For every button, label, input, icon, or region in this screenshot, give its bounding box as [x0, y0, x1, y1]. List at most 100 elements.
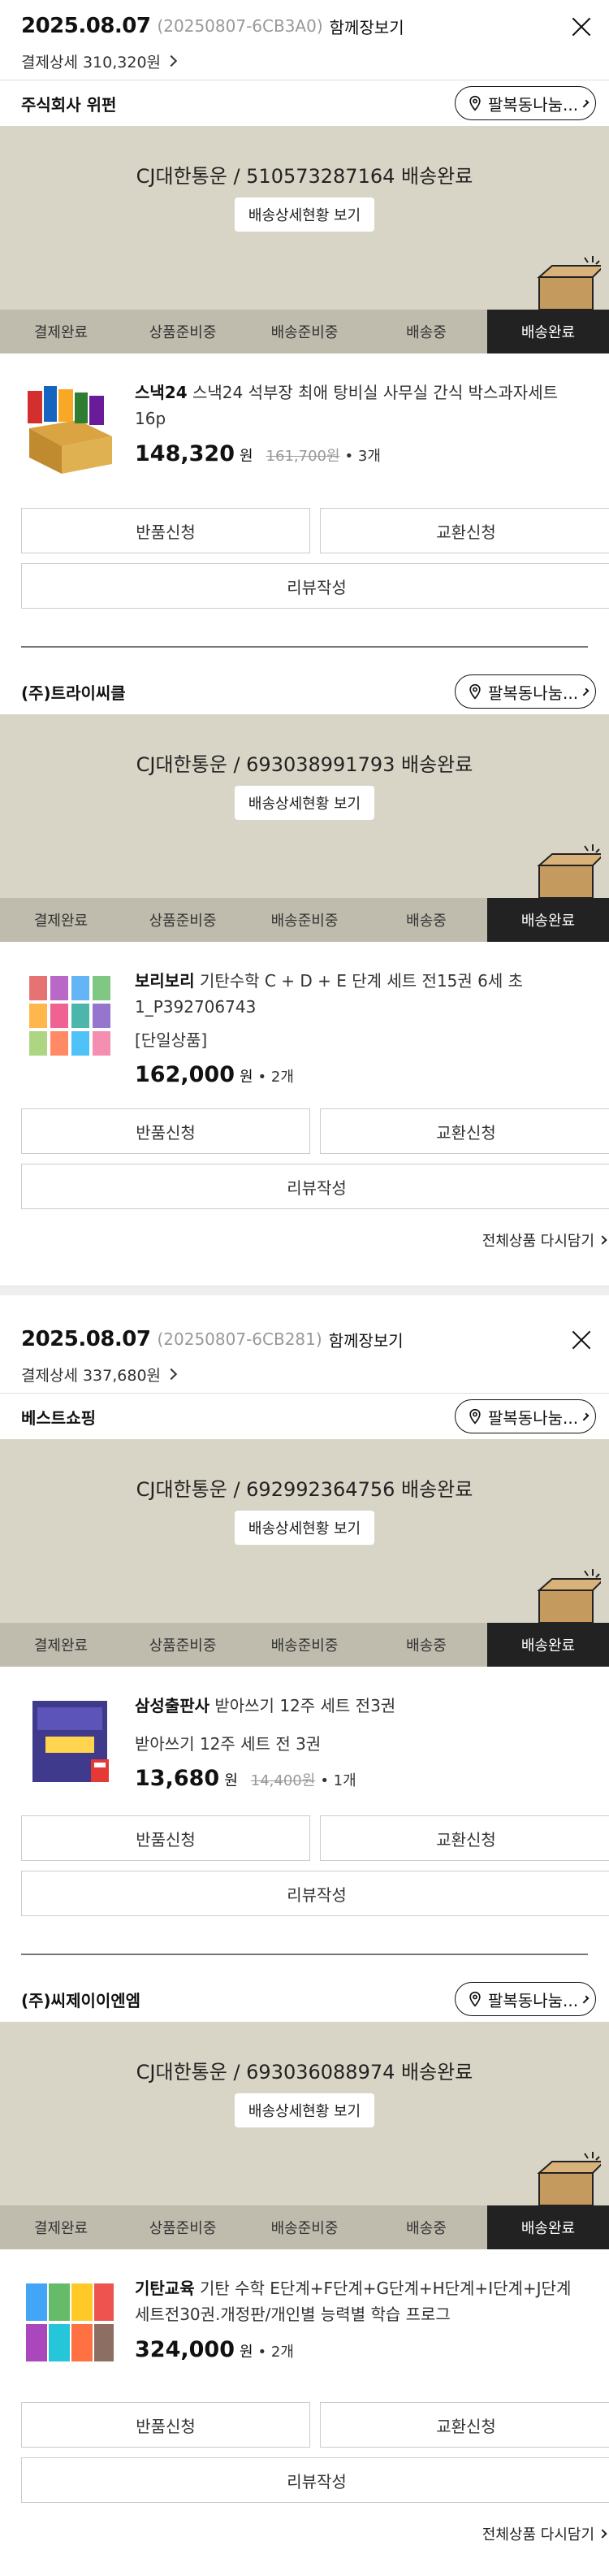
shipping-detail-button[interactable]: 배송상세현황 보기 [235, 2093, 374, 2127]
write-review-button[interactable]: 리뷰작성 [21, 1164, 609, 1209]
currency-unit: 원 [239, 448, 253, 465]
step-preparing-product: 상품준비중 [149, 1637, 217, 1654]
tracking-info: CJ대한통운 / 510573287164 배송완료 [136, 165, 473, 188]
return-button[interactable]: 반품신청 [21, 508, 310, 553]
order-card: 2025.08.07 (20250807-6CB281) 함께장보기 결제상세 … [0, 1313, 609, 2558]
order-card: 2025.08.07 (20250807-6CB3A0) 함께장보기 결제상세 … [0, 0, 609, 1295]
pickup-location-button[interactable]: 팔복동나눔... [455, 674, 596, 709]
order-item[interactable]: 삼성출판사 받아쓰기 12주 세트 전3권 받아쓰기 12주 세트 전 3권 1… [0, 1667, 609, 1791]
step-paid: 결제완료 [33, 324, 89, 341]
quantity: • 2개 [257, 2344, 294, 2361]
step-preparing-product: 상품준비중 [149, 2220, 217, 2237]
delivery-box-icon [537, 256, 601, 310]
write-review-button[interactable]: 리뷰작성 [21, 2457, 609, 2503]
price-row: 162,000 원 • 2개 [135, 1062, 588, 1087]
step-paid: 결제완료 [33, 1637, 89, 1654]
delivery-steps: 결제완료 상품준비중 배송준비중 배송중 배송완료 [0, 898, 609, 942]
chevron-right-icon [581, 99, 590, 107]
pay-detail-link[interactable]: 결제상세 310,320원 [0, 52, 609, 72]
seller-row: 베스트쇼핑 팔복동나눔... [0, 1394, 609, 1439]
return-button[interactable]: 반품신청 [21, 1108, 310, 1154]
product-name: 스낵24 스낵24 석부장 최애 탕비실 사무실 간식 박스과자세트 16p [135, 379, 588, 432]
tracking-info: CJ대한통운 / 693038991793 배송완료 [136, 753, 473, 776]
reorder-all-link[interactable]: 전체상품 다시담기 [0, 2509, 609, 2558]
math-workbook-set-image [21, 2275, 117, 2371]
step-preparing-shipping: 배송준비중 [270, 2220, 339, 2237]
shipping-detail-button[interactable]: 배송상세현황 보기 [235, 197, 374, 232]
step-in-transit: 배송중 [406, 1637, 447, 1654]
pickup-location-button[interactable]: 팔복동나눔... [455, 1982, 596, 2016]
order-header: 2025.08.07 (20250807-6CB281) 함께장보기 [0, 1313, 609, 1365]
price-row: 148,320 원 161,700원 • 3개 [135, 441, 588, 466]
delivery-steps: 결제완료 상품준비중 배송준비중 배송중 배송완료 [0, 310, 609, 353]
exchange-button[interactable]: 교환신청 [320, 2402, 609, 2448]
currency-unit: 원 [239, 2344, 253, 2361]
pickup-location-button[interactable]: 팔복동나눔... [455, 86, 596, 120]
join-shopping-label: 함께장보기 [328, 1330, 404, 1351]
exchange-button[interactable]: 교환신청 [320, 508, 609, 553]
order-number: (20250807-6CB281) [157, 1329, 322, 1349]
step-delivered: 배송완료 [487, 310, 609, 353]
write-review-button[interactable]: 리뷰작성 [21, 563, 609, 609]
order-item[interactable]: 보리보리 기탄수학 C + D + E 단계 세트 전15권 6세 초1_P39… [0, 942, 609, 1087]
product-name: 기탄교육 기탄 수학 E단계+F단계+G단계+H단계+I단계+J단계 세트전30… [135, 2275, 588, 2327]
product-thumbnail[interactable] [21, 2275, 117, 2371]
product-thumbnail[interactable] [21, 1693, 117, 1789]
chevron-right-icon [581, 1995, 590, 2003]
brand-name: 기탄교육 [135, 2279, 195, 2298]
location-pin-icon [469, 1991, 481, 2007]
product-title: 받아쓰기 12주 세트 전3권 [214, 1696, 396, 1715]
shipping-status-panel: CJ대한통운 / 692992364756 배송완료 배송상세현황 보기 결제완… [0, 1439, 609, 1667]
product-title: 스낵24 석부장 최애 탕비실 사무실 간식 박스과자세트 16p [135, 383, 558, 428]
delivery-box-icon [537, 2152, 601, 2206]
price: 324,000 [135, 2337, 235, 2362]
reorder-all-label: 전체상품 다시담기 [482, 2526, 594, 2543]
product-thumbnail[interactable] [21, 379, 117, 475]
return-button[interactable]: 반품신청 [21, 2402, 310, 2448]
seller-row: (주)트라이씨클 팔복동나눔... [0, 669, 609, 714]
seller-name: 베스트쇼핑 [21, 1407, 96, 1428]
step-preparing-product: 상품준비중 [149, 913, 217, 930]
pickup-location-label: 팔복동나눔... [488, 94, 579, 115]
pickup-location-label: 팔복동나눔... [488, 1990, 579, 2010]
shipping-status-panel: CJ대한통운 / 693036088974 배송완료 배송상세현황 보기 결제완… [0, 2022, 609, 2249]
write-review-button[interactable]: 리뷰작성 [21, 1871, 609, 1916]
delivery-box-icon [537, 1569, 601, 1624]
exchange-button[interactable]: 교환신청 [320, 1815, 609, 1861]
shipping-detail-button[interactable]: 배송상세현황 보기 [235, 1511, 374, 1545]
exchange-button[interactable]: 교환신청 [320, 1108, 609, 1154]
dictation-book-image [21, 1693, 117, 1789]
step-preparing-shipping: 배송준비중 [270, 324, 339, 341]
price: 162,000 [135, 1062, 235, 1087]
currency-unit: 원 [224, 1772, 238, 1789]
location-pin-icon [469, 1408, 481, 1425]
return-button[interactable]: 반품신청 [21, 1815, 310, 1861]
shipping-detail-button[interactable]: 배송상세현황 보기 [235, 786, 374, 820]
order-date: 2025.08.07 [21, 14, 151, 38]
pay-detail-link[interactable]: 결제상세 337,680원 [0, 1365, 609, 1385]
reorder-all-label: 전체상품 다시담기 [482, 1233, 594, 1250]
close-icon[interactable] [570, 1328, 593, 1351]
shipping-status-panel: CJ대한통운 / 693038991793 배송완료 배송상세현황 보기 결제완… [0, 714, 609, 942]
order-item[interactable]: 스낵24 스낵24 석부장 최애 탕비실 사무실 간식 박스과자세트 16p 1… [0, 353, 609, 475]
step-delivered: 배송완료 [487, 2205, 609, 2249]
step-paid: 결제완료 [33, 2220, 89, 2237]
order-date: 2025.08.07 [21, 1327, 151, 1351]
seller-name: (주)트라이씨클 [21, 683, 126, 703]
step-delivered: 배송완료 [487, 898, 609, 942]
product-name: 보리보리 기탄수학 C + D + E 단계 세트 전15권 6세 초1_P39… [135, 968, 588, 1020]
reorder-all-link[interactable]: 전체상품 다시담기 [0, 1216, 609, 1264]
product-title: 기탄 수학 E단계+F단계+G단계+H단계+I단계+J단계 세트전30권.개정판… [135, 2279, 572, 2324]
step-paid: 결제완료 [33, 913, 89, 930]
pay-detail-text: 결제상세 310,320원 [21, 53, 162, 72]
product-thumbnail[interactable] [21, 968, 117, 1064]
product-option: [단일상품] [135, 1030, 208, 1050]
brand-name: 보리보리 [135, 971, 195, 991]
chevron-right-icon [165, 54, 178, 67]
close-icon[interactable] [570, 15, 593, 37]
order-item[interactable]: 기탄교육 기탄 수학 E단계+F단계+G단계+H단계+I단계+J단계 세트전30… [0, 2249, 609, 2371]
step-in-transit: 배송중 [406, 2220, 447, 2237]
step-in-transit: 배송중 [406, 913, 447, 930]
pickup-location-button[interactable]: 팔복동나눔... [455, 1399, 596, 1433]
price: 13,680 [135, 1766, 220, 1791]
